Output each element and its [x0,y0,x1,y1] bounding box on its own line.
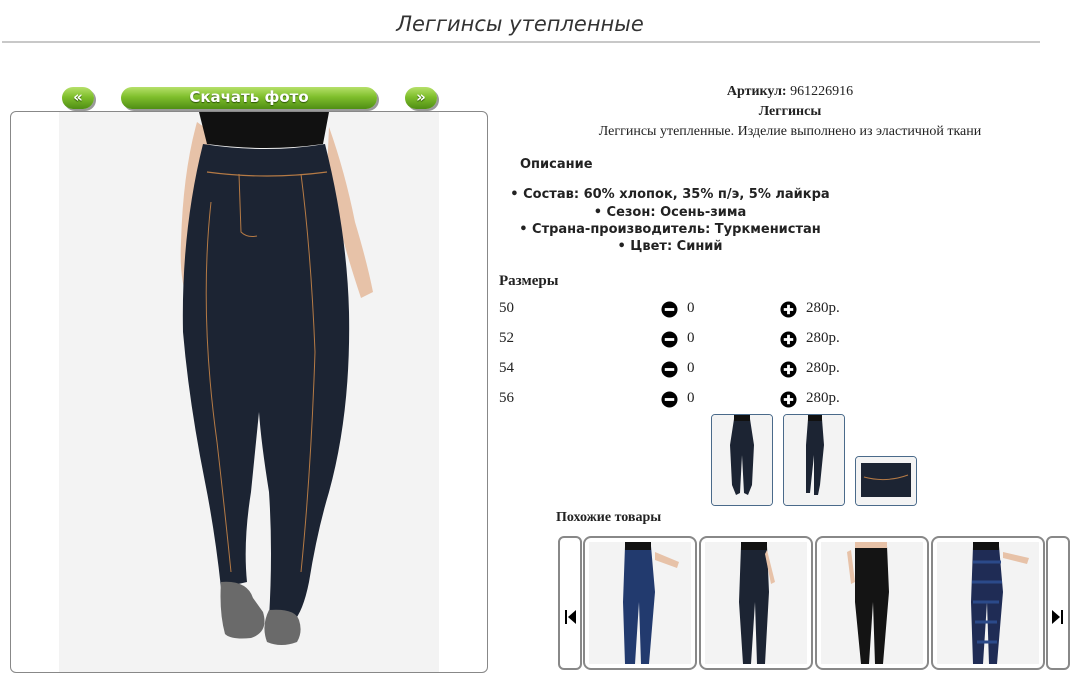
minus-circle-icon[interactable] [661,301,678,318]
article-value: 961226916 [790,84,854,99]
size-label: 56 [499,390,514,406]
similar-product-card[interactable] [815,536,929,670]
size-price: 280р. [806,390,840,406]
similar-product-image [589,542,691,664]
prev-photo-button[interactable]: « [62,87,94,109]
similar-product-image [821,542,923,664]
carousel-next-button[interactable] [1046,536,1070,670]
similar-product-card[interactable] [583,536,697,670]
size-quantity: 0 [687,300,695,316]
thumbnail-image [784,415,844,505]
size-row: 52 0 280р. [499,330,899,352]
description-item-composition: • Состав: 60% хлопок, 35% п/э, 5% лайкра [510,187,830,202]
gallery-thumbnail-front[interactable] [711,414,773,506]
size-row: 56 0 280р. [499,390,899,412]
size-quantity: 0 [687,360,695,376]
carousel-prev-button[interactable] [558,536,582,670]
article-label: Артикул: [726,84,787,99]
plus-circle-icon[interactable] [780,301,797,318]
description-item-color: • Цвет: Синий [617,239,723,254]
next-photo-button[interactable]: » [405,87,437,109]
leggings-photo [180,112,373,645]
thumbnail-image [856,457,916,505]
gallery-thumbnail-side[interactable] [783,414,845,506]
article-line: Артикул: 961226916 [540,84,1040,100]
similar-product-image [937,542,1039,664]
sizes-heading: Размеры [499,273,559,289]
description-heading: Описание [520,157,593,172]
plus-circle-icon[interactable] [780,331,797,348]
page-title: Леггинсы утепленные [396,12,644,36]
product-name: Леггинсы [758,104,822,119]
plus-circle-icon[interactable] [780,361,797,378]
size-price: 280р. [806,330,840,346]
size-label: 50 [499,300,514,316]
minus-circle-icon[interactable] [661,361,678,378]
size-quantity: 0 [687,390,695,406]
plus-circle-icon[interactable] [780,391,797,408]
size-row: 54 0 280р. [499,360,899,382]
size-price: 280р. [806,360,840,376]
similar-product-card[interactable] [699,536,813,670]
size-row: 50 0 280р. [499,300,899,322]
similar-product-card[interactable] [931,536,1045,670]
size-label: 52 [499,330,514,346]
download-photo-button[interactable]: Скачать фото [121,87,377,109]
similar-product-image [705,542,807,664]
product-short-description: Леггинсы утепленные. Изделие выполнено и… [598,124,982,139]
minus-circle-icon[interactable] [661,331,678,348]
description-item-season: • Сезон: Осень-зима [593,205,747,220]
size-quantity: 0 [687,330,695,346]
size-price: 280р. [806,300,840,316]
main-photo[interactable] [10,111,488,673]
thumbnail-image [712,415,772,505]
similar-products-heading: Похожие товары [556,510,662,525]
description-item-country: • Страна-производитель: Туркменистан [519,222,821,237]
minus-circle-icon[interactable] [661,391,678,408]
gallery-thumbnail-detail[interactable] [855,456,917,506]
title-divider [2,41,1040,43]
size-label: 54 [499,360,514,376]
